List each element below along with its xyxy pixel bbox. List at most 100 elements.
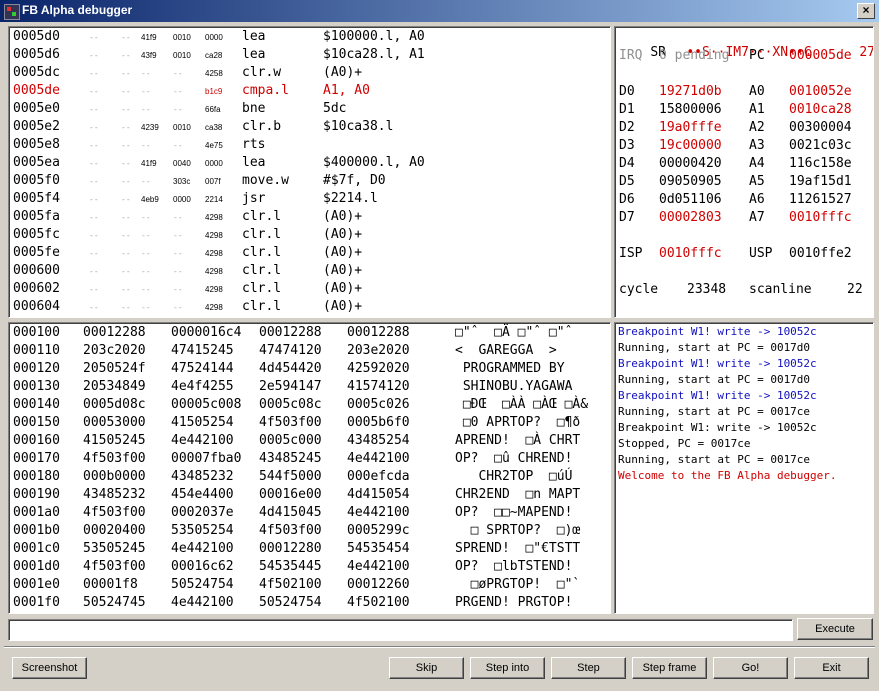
register-label: D3 — [619, 138, 635, 153]
memory-word: 4e442100 — [171, 595, 234, 610]
memory-word: 0005d08c — [83, 397, 146, 412]
register-label: D4 — [619, 156, 635, 171]
disasm-operands: #$7f, D0 — [323, 173, 386, 188]
disasm-operands: $10ca28.l, A1 — [323, 47, 425, 62]
memory-ascii: □ÐŒ □ÀÀ □ÀŒ □À& — [455, 397, 589, 412]
log-pane[interactable]: Breakpoint W1! write -> 10052c Running, s… — [614, 322, 874, 614]
memory-word: 0005b6f0 — [347, 415, 410, 430]
disasm-byte: -- — [121, 123, 131, 132]
separator — [4, 646, 875, 648]
usp-label: USP — [749, 246, 773, 261]
disasm-operands: $100000.l, A0 — [323, 29, 425, 44]
memory-word: 4d454420 — [259, 361, 322, 376]
memory-word: 4f503f00 — [259, 415, 322, 430]
register-value: 15800006 — [659, 102, 722, 117]
memory-word: 4e442100 — [347, 559, 410, 574]
title-bar: FB Alpha debugger × — [0, 0, 879, 22]
registers-pane[interactable]: SR ••S··IM7···XN••C 2719 IRQ 0 pending P… — [614, 26, 874, 318]
register-label: A3 — [749, 138, 765, 153]
disasm-address: 0005de — [13, 83, 60, 98]
disasm-byte: 4298 — [205, 213, 223, 222]
disasm-byte: -- — [141, 249, 151, 258]
memory-word: 2050524f — [83, 361, 146, 376]
disasm-byte: -- — [141, 177, 151, 186]
log-line: Running, start at PC = 0017ce — [618, 453, 811, 466]
disasm-byte: -- — [89, 285, 99, 294]
disasm-byte: -- — [89, 87, 99, 96]
memory-ascii: SPREND! □"€TSTT — [455, 541, 581, 556]
disasm-byte: -- — [141, 105, 151, 114]
app-icon — [4, 4, 20, 20]
disasm-byte: 4eb9 — [141, 195, 159, 204]
disasm-mnemonic: clr.l — [242, 263, 282, 278]
step-frame-button[interactable]: Step frame — [632, 657, 707, 679]
go-button[interactable]: Go! — [713, 657, 788, 679]
register-value: 19a0fffe — [659, 120, 722, 135]
register-value: 0010fffc — [789, 210, 852, 225]
disasm-byte: 4239 — [141, 123, 159, 132]
disasm-address: 0005d0 — [13, 29, 60, 44]
disasm-address: 0005f4 — [13, 191, 60, 206]
step-into-button[interactable]: Step into — [470, 657, 545, 679]
disasm-byte: -- — [121, 105, 131, 114]
disasm-byte: 43f9 — [141, 51, 157, 60]
log-line: Breakpoint W1! write -> 10052c — [618, 325, 817, 338]
disasm-byte: -- — [121, 87, 131, 96]
disasm-byte: -- — [173, 249, 183, 258]
disasm-byte: -- — [89, 33, 99, 42]
pc-value: 000005de — [789, 48, 852, 63]
command-input[interactable] — [8, 619, 793, 641]
register-value: 00002803 — [659, 210, 722, 225]
disasm-mnemonic: lea — [242, 155, 266, 170]
scanline-value: 22 — [847, 282, 863, 297]
log-line: Welcome to the FB Alpha debugger. — [618, 469, 837, 482]
memory-word: 0005c000 — [259, 433, 322, 448]
memory-word: 4f503f00 — [259, 523, 322, 538]
memory-address: 000130 — [13, 379, 60, 394]
memory-word: 54535445 — [259, 559, 322, 574]
disasm-address: 0005fc — [13, 227, 60, 242]
skip-button[interactable]: Skip — [389, 657, 464, 679]
disasm-byte: -- — [121, 69, 131, 78]
memory-address: 000150 — [13, 415, 60, 430]
memory-address: 0001a0 — [13, 505, 60, 520]
disasm-byte: -- — [89, 213, 99, 222]
memory-word: 0000016c4 — [171, 325, 242, 340]
memory-address: 000120 — [13, 361, 60, 376]
memory-word: 43485232 — [83, 487, 146, 502]
register-value: 19af15d1 — [789, 174, 852, 189]
disasm-address: 0005e8 — [13, 137, 60, 152]
memory-word: 4e442100 — [171, 541, 234, 556]
log-line: Running, start at PC = 0017d0 — [618, 341, 811, 354]
memory-pane[interactable]: 000100 00012288 0000016c4 00012288 00012288 □… — [8, 322, 611, 614]
register-value: 19271d0b — [659, 84, 722, 99]
memory-word: 203e2020 — [347, 343, 410, 358]
disasm-byte: -- — [173, 141, 183, 150]
register-label: A2 — [749, 120, 765, 135]
log-line: Breakpoint W1! write -> 10052c — [618, 389, 817, 402]
disasm-byte: 2214 — [205, 195, 223, 204]
screenshot-button[interactable]: Screenshot — [12, 657, 87, 679]
disasm-mnemonic: lea — [242, 29, 266, 44]
memory-word: 4f503f00 — [83, 451, 146, 466]
disasm-byte: -- — [141, 303, 151, 312]
memory-ascii: PROGRAMMED BY — [455, 361, 565, 376]
memory-ascii: OP? □lbTSTEND! — [455, 559, 573, 574]
isp-value: 0010fffc — [659, 246, 722, 261]
close-button[interactable]: × — [857, 3, 875, 19]
sr-value: 2719 — [859, 45, 874, 60]
step-button[interactable]: Step — [551, 657, 626, 679]
disassembly-pane[interactable]: 0005d0 -- -- 41f9 0010 0000 lea $100000.l, A0 00… — [8, 26, 611, 318]
irq-label: IRQ — [619, 48, 643, 63]
log-line: Breakpoint W1! write -> 10052c — [618, 357, 817, 370]
exit-button[interactable]: Exit — [794, 657, 869, 679]
execute-button[interactable]: Execute — [797, 618, 873, 640]
disasm-byte: 66fa — [205, 105, 221, 114]
disasm-byte: -- — [121, 303, 131, 312]
disasm-byte: -- — [173, 267, 183, 276]
disasm-address: 000602 — [13, 281, 60, 296]
memory-ascii: SHINOBU.YAGAWA — [455, 379, 573, 394]
memory-word: 0002037e — [171, 505, 234, 520]
memory-ascii: □0 APRTOP? □¶ð — [455, 415, 581, 430]
disasm-address: 0005e0 — [13, 101, 60, 116]
